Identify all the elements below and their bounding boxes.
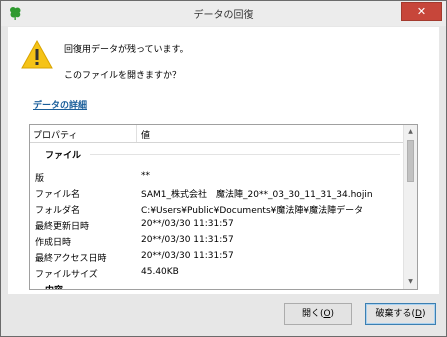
- details-link[interactable]: データの詳細: [33, 98, 87, 111]
- recovery-dialog: データの回復 ✕ 回復用データが残っています。 このファイルを開きますか？ デー…: [0, 0, 447, 337]
- column-header-property[interactable]: プロパティ: [33, 128, 77, 141]
- message-line-2: このファイルを開きますか？: [64, 71, 182, 81]
- property-value: 45.40KB: [141, 267, 179, 277]
- group-content-label: 内容: [45, 283, 63, 289]
- scroll-down-icon[interactable]: ▼: [406, 277, 415, 287]
- dialog-content: 回復用データが残っています。 このファイルを開きますか？ データの詳細 プロパテ…: [8, 27, 439, 294]
- property-value: 20**/03/30 11:31:57: [141, 235, 234, 245]
- property-value: 20**/03/30 11:31:57: [141, 219, 234, 229]
- property-label: ファイルサイズ: [35, 270, 98, 280]
- open-button-label: 開く(: [301, 309, 324, 319]
- property-value: 20**/03/30 11:31:57: [141, 251, 234, 261]
- property-label: フォルダ名: [35, 206, 81, 216]
- warning-icon: [21, 40, 53, 69]
- scroll-thumb[interactable]: [407, 140, 414, 182]
- property-value: **: [141, 171, 150, 181]
- group-file-label: ファイル: [45, 151, 82, 161]
- open-button-label-end: ): [330, 309, 335, 319]
- title-bar[interactable]: データの回復 ✕: [1, 1, 446, 26]
- discard-button-label-end: ): [421, 309, 426, 319]
- property-list-header: プロパティ 値: [30, 125, 403, 143]
- property-label: 最終更新日時: [35, 222, 90, 232]
- column-divider[interactable]: [136, 125, 137, 142]
- open-button[interactable]: 開く(O): [284, 303, 352, 325]
- property-label: 作成日時: [35, 238, 72, 248]
- property-label: 版: [35, 174, 45, 184]
- message-line-1: 回復用データが残っています。: [64, 45, 189, 55]
- discard-button[interactable]: 破棄する(D): [365, 303, 436, 325]
- vertical-scrollbar[interactable]: ▲ ▼: [403, 125, 417, 289]
- property-value: SAM1_株式会社 魔法陣_20**_03_30_11_31_34.hojin: [141, 190, 373, 200]
- property-list[interactable]: プロパティ 値 ファイル 版 ** ファイル名 SAM1_株式会社 魔法陣_20…: [29, 124, 418, 290]
- discard-button-label: 破棄する(: [375, 309, 416, 319]
- property-value: C:¥Users¥Public¥Documents¥魔法陣¥魔法陣データ: [141, 206, 364, 216]
- column-header-value[interactable]: 値: [141, 128, 150, 141]
- group-divider: [90, 154, 400, 155]
- close-button[interactable]: ✕: [401, 2, 442, 21]
- window-title: データの回復: [193, 10, 254, 21]
- property-label: ファイル名: [35, 190, 81, 200]
- open-button-accesskey: O: [323, 309, 331, 319]
- scroll-up-icon[interactable]: ▲: [406, 127, 415, 137]
- discard-button-accesskey: D: [415, 309, 422, 319]
- property-label: 最終アクセス日時: [35, 254, 107, 264]
